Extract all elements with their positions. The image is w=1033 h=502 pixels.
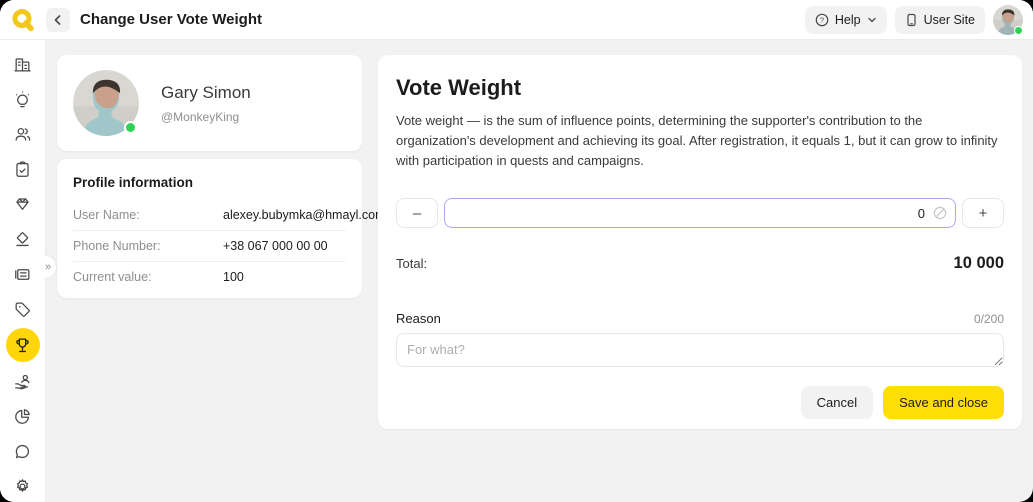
- page-title: Change User Vote Weight: [80, 11, 262, 28]
- value-input-wrap: [444, 198, 956, 228]
- tasks-icon: [13, 160, 32, 179]
- info-label: User Name:: [73, 208, 223, 222]
- profile-identity: Gary Simon @MonkeyKing: [161, 83, 251, 124]
- main-row: »: [0, 40, 1033, 502]
- sidebar-item-organization[interactable]: [6, 48, 40, 80]
- chat-icon: [13, 442, 32, 461]
- prism-icon: [13, 230, 32, 249]
- question-circle-icon: ?: [815, 13, 829, 27]
- info-value: 100: [223, 270, 346, 284]
- profile-info-title: Profile information: [73, 175, 346, 190]
- chevron-left-icon: [52, 14, 64, 26]
- save-and-close-button[interactable]: Save and close: [883, 386, 1004, 419]
- profile-handle: @MonkeyKing: [161, 110, 251, 124]
- sidebar-item-users[interactable]: [6, 118, 40, 150]
- vote-weight-title: Vote Weight: [396, 75, 1004, 101]
- settings-icon: [13, 477, 32, 496]
- sidebar-item-voting[interactable]: [6, 223, 40, 255]
- reason-header: Reason 0/200: [396, 311, 1004, 326]
- help-button[interactable]: ? Help: [805, 6, 887, 34]
- app-window: Change User Vote Weight ? Help User Site: [0, 0, 1033, 502]
- chevron-down-icon: [867, 15, 877, 25]
- smartphone-icon: [905, 13, 918, 27]
- reason-textarea[interactable]: [396, 333, 1004, 367]
- reason-char-counter: 0/200: [974, 312, 1004, 326]
- user-avatar[interactable]: [993, 5, 1023, 35]
- vote-weight-panel: Vote Weight Vote weight — is the sum of …: [378, 55, 1022, 429]
- online-status-dot: [1014, 26, 1023, 35]
- help-label: Help: [835, 13, 861, 27]
- reason-label: Reason: [396, 311, 441, 326]
- info-row-phone: Phone Number: +38 067 000 00 00: [73, 231, 346, 262]
- feed-icon: [13, 265, 32, 284]
- back-button[interactable]: [46, 8, 70, 32]
- profile-info-card: Profile information User Name: alexey.bu…: [57, 159, 362, 298]
- volunteer-icon: [13, 372, 32, 391]
- vote-weight-stepper: – +: [396, 198, 1004, 228]
- analytics-icon: [13, 407, 32, 426]
- idea-icon: [13, 90, 32, 109]
- clear-input-icon[interactable]: [933, 206, 947, 220]
- profile-name: Gary Simon: [161, 83, 251, 103]
- sidebar-item-analytics[interactable]: [6, 400, 40, 432]
- left-column: Gary Simon @MonkeyKing Profile informati…: [57, 55, 362, 298]
- total-label: Total:: [396, 256, 427, 271]
- svg-text:?: ?: [820, 15, 824, 24]
- increase-button[interactable]: +: [962, 198, 1004, 228]
- sidebar-item-ideas[interactable]: [6, 83, 40, 115]
- sidebar-expand-button[interactable]: »: [34, 256, 56, 278]
- sidebar-item-rewards[interactable]: [6, 188, 40, 220]
- info-value: alexey.bubymka@hmayl.com: [223, 208, 386, 222]
- sidebar-item-tags[interactable]: [6, 293, 40, 325]
- trophy-icon: [13, 336, 32, 355]
- info-row-current-value: Current value: 100: [73, 262, 346, 292]
- topbar-actions: ? Help User Site: [805, 5, 1033, 35]
- sidebar-item-supporters[interactable]: [6, 365, 40, 397]
- vote-weight-input[interactable]: [444, 198, 956, 228]
- organization-icon: [13, 55, 32, 74]
- sidebar-item-vote-weight[interactable]: [6, 328, 40, 362]
- info-row-username: User Name: alexey.bubymka@hmayl.com: [73, 200, 346, 231]
- sidebar-item-tasks[interactable]: [6, 153, 40, 185]
- info-label: Current value:: [73, 270, 223, 284]
- top-bar: Change User Vote Weight ? Help User Site: [0, 0, 1033, 40]
- logo-q-icon: [10, 7, 36, 33]
- vote-weight-description: Vote weight — is the sum of influence po…: [396, 111, 1004, 171]
- reason-block: Reason 0/200: [396, 311, 1004, 372]
- user-site-button[interactable]: User Site: [895, 6, 985, 34]
- user-site-label: User Site: [924, 13, 975, 27]
- double-chevron-right-icon: »: [45, 261, 51, 273]
- form-actions: Cancel Save and close: [396, 386, 1004, 419]
- profile-card: Gary Simon @MonkeyKing: [57, 55, 362, 151]
- tag-icon: [13, 300, 32, 319]
- info-label: Phone Number:: [73, 239, 223, 253]
- content-area: Gary Simon @MonkeyKing Profile informati…: [46, 40, 1033, 502]
- sidebar-item-chat[interactable]: [6, 435, 40, 467]
- sidebar-item-settings[interactable]: [6, 470, 40, 502]
- app-logo[interactable]: [0, 7, 46, 33]
- info-value: +38 067 000 00 00: [223, 239, 346, 253]
- gem-icon: [13, 195, 32, 214]
- total-row: Total: 10 000: [396, 254, 1004, 273]
- profile-online-status-dot: [124, 121, 137, 134]
- profile-avatar: [73, 70, 139, 136]
- users-icon: [13, 125, 32, 144]
- total-value: 10 000: [954, 254, 1004, 273]
- cancel-button[interactable]: Cancel: [801, 386, 873, 419]
- decrease-button[interactable]: –: [396, 198, 438, 228]
